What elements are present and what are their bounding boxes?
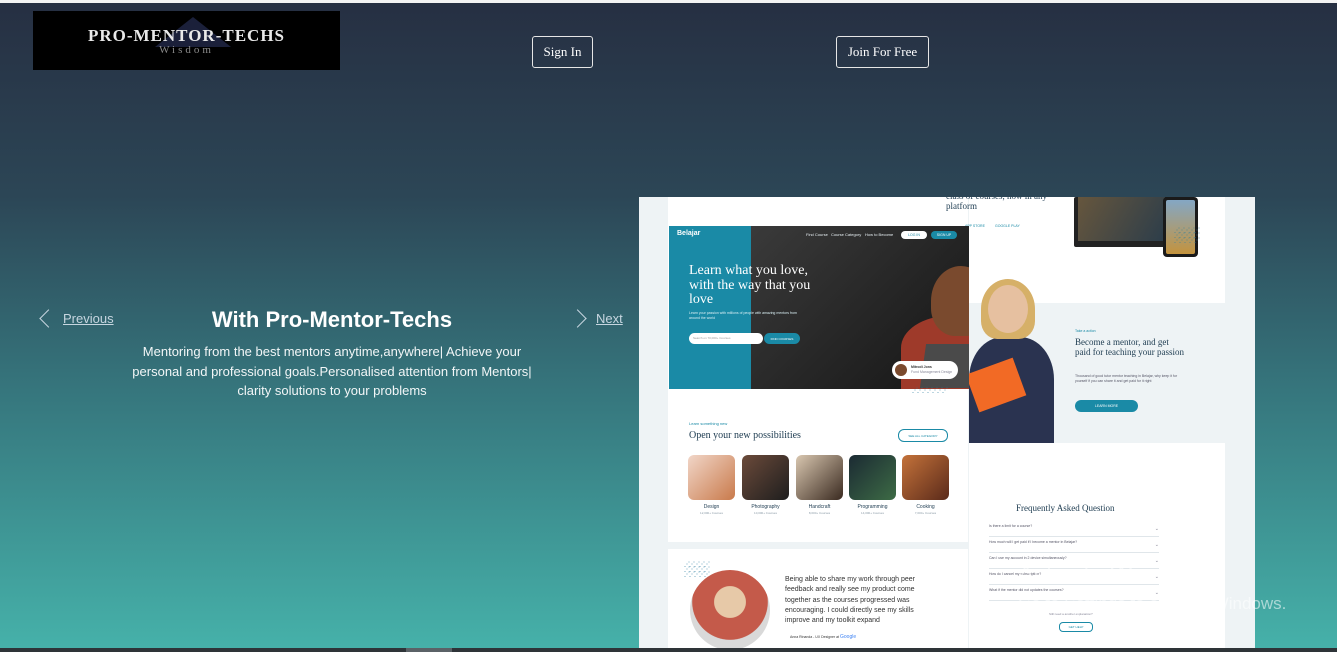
carousel-description: Mentoring from the best mentors anytime,… bbox=[132, 344, 532, 398]
preview-divider bbox=[668, 542, 968, 549]
preview-category-label: Photography bbox=[751, 504, 780, 510]
top-border bbox=[0, 0, 1337, 3]
preview-category-label: Cooking bbox=[916, 504, 935, 510]
preview-section-title: Open your new possibilities bbox=[689, 430, 801, 441]
preview-faq-question: Can I use my account in 2 device simulta… bbox=[989, 556, 1067, 560]
preview-category-count: 8,000+ Courses bbox=[808, 511, 831, 515]
preview-google-logo: Google bbox=[840, 634, 857, 640]
preview-search-field: Search on 70,000+ Courses bbox=[689, 333, 763, 344]
preview-pattern: ⋰⋰⋰⋰⋰ ⋰⋰⋰⋰⋰ ⋰⋰⋰⋰⋰ bbox=[684, 562, 710, 578]
preview-mentor-card-name: Mitrodi Jons bbox=[911, 365, 932, 369]
logo-sub-text: Wisdom bbox=[159, 43, 214, 56]
preview-mentor-small: Take a action bbox=[1075, 329, 1096, 333]
preview-signup-pill: SIGN UP bbox=[931, 231, 957, 239]
preview-nav-item: How to Become bbox=[865, 232, 894, 237]
preview-find-courses-button: FIND COURSES bbox=[764, 333, 800, 344]
activate-windows-title: Activate Windows bbox=[1018, 561, 1208, 588]
chevron-left-icon bbox=[39, 309, 58, 328]
preview-testimonial-author-name: Anna Rinanda - UX Designer at bbox=[790, 635, 840, 639]
preview-testimonial-quote: Being able to share my work through peer… bbox=[785, 576, 915, 625]
preview-category-count: 14,000+ Courses bbox=[861, 511, 884, 515]
preview-learn-more-button: LEARN MORE bbox=[1075, 400, 1138, 412]
preview-category-label: Programming bbox=[857, 504, 888, 510]
preview-category-image-handcraft bbox=[796, 455, 843, 500]
preview-mentor-photo-face bbox=[988, 285, 1028, 333]
preview-category-count: 7,000+ Courses bbox=[914, 511, 937, 515]
preview-faq-question: How much will I get paid if I become a m… bbox=[989, 540, 1078, 544]
logo[interactable]: PRO-MENTOR-TECHS Wisdom bbox=[33, 11, 340, 70]
carousel-previous-control[interactable]: Previous bbox=[38, 309, 114, 328]
carousel-next-control[interactable]: Next bbox=[568, 309, 623, 328]
preview-nav-item: Course Category bbox=[831, 232, 862, 237]
preview-hero-banner: Belajar Find Course Course Category How … bbox=[669, 226, 969, 389]
preview-faq-title: Frequently Asked Question bbox=[1016, 503, 1115, 513]
preview-see-all-button: SEE ALL CATEGORY bbox=[898, 429, 948, 442]
carousel-next-label[interactable]: Next bbox=[596, 311, 623, 326]
preview-phone-screen bbox=[1166, 200, 1195, 254]
preview-category-image-programming bbox=[849, 455, 896, 500]
preview-monitor-screen bbox=[1078, 197, 1165, 241]
preview-category-image-cooking bbox=[902, 455, 949, 500]
preview-testimonial-author: Anna Rinanda - UX Designer at Google bbox=[790, 634, 856, 640]
preview-category-count: 10,000+ Courses bbox=[754, 511, 777, 515]
preview-section-small: Learn something new bbox=[689, 421, 728, 426]
preview-nav-item: Find Course bbox=[806, 232, 828, 237]
activate-windows-subtitle: Go to Settings to activate Windows. bbox=[1018, 594, 1287, 613]
preview-brand: Belajar bbox=[677, 230, 701, 237]
carousel-previous-label[interactable]: Previous bbox=[63, 311, 114, 326]
bottom-scrollbar[interactable] bbox=[0, 648, 1337, 652]
logo-main-text: PRO-MENTOR-TECHS bbox=[87, 25, 286, 45]
preview-mentor-card-avatar bbox=[895, 364, 907, 376]
preview-mentor-card-role: Fund Management Design bbox=[911, 370, 953, 374]
preview-hero-person-head bbox=[931, 266, 969, 336]
carousel-title: With Pro-Mentor-Techs bbox=[211, 307, 453, 332]
preview-google-play: GOOGLE PLAY bbox=[995, 224, 1020, 228]
preview-mentor-card: Mitrodi Jons Fund Management Design bbox=[892, 361, 958, 379]
preview-category-image-photography bbox=[742, 455, 789, 500]
chevron-right-icon bbox=[568, 309, 587, 328]
preview-pattern: ⋰⋰⋰⋰⋰ ⋰⋰⋰⋰⋰ ⋰⋰⋰⋰⋰ bbox=[1174, 228, 1200, 244]
preview-faq-item: Is there a limit for a course? ⌄ bbox=[989, 524, 1159, 537]
sign-in-button[interactable]: Sign In bbox=[532, 36, 593, 68]
scrollbar-thumb[interactable] bbox=[406, 648, 452, 652]
join-for-free-button[interactable]: Join For Free bbox=[836, 36, 929, 68]
preview-category-image-design bbox=[688, 455, 735, 500]
preview-faq-question: Is there a limit for a course? bbox=[989, 524, 1033, 528]
preview-pattern: ⋰⋰⋰⋰⋰⋰⋰ bbox=[912, 388, 948, 394]
preview-faq-item: How much will I get paid if I become a m… bbox=[989, 540, 1159, 553]
preview-category-label: Handcraft bbox=[808, 504, 831, 510]
preview-category-label: Design bbox=[703, 504, 720, 510]
preview-login-pill: LOG IN bbox=[901, 231, 927, 239]
chevron-down-icon: ⌄ bbox=[1154, 526, 1159, 532]
preview-mentor-title: Become a mentor, and get paid for teachi… bbox=[1075, 337, 1184, 357]
preview-class-text: class of courses, now in any platform bbox=[946, 197, 1047, 211]
preview-hero-subtitle: Learn your passion with millions of peop… bbox=[689, 311, 797, 320]
preview-category-count: 12,000+ Courses bbox=[700, 511, 723, 515]
chevron-down-icon: ⌄ bbox=[1154, 542, 1159, 548]
preview-mentor-text: Thousand of good tutor mentor teaching i… bbox=[1075, 374, 1178, 383]
preview-hero-title: Learn what you love, with the way that y… bbox=[689, 263, 811, 307]
preview-faq-button: GET HELP bbox=[1059, 622, 1093, 632]
preview-testimonial-photo bbox=[690, 570, 770, 649]
